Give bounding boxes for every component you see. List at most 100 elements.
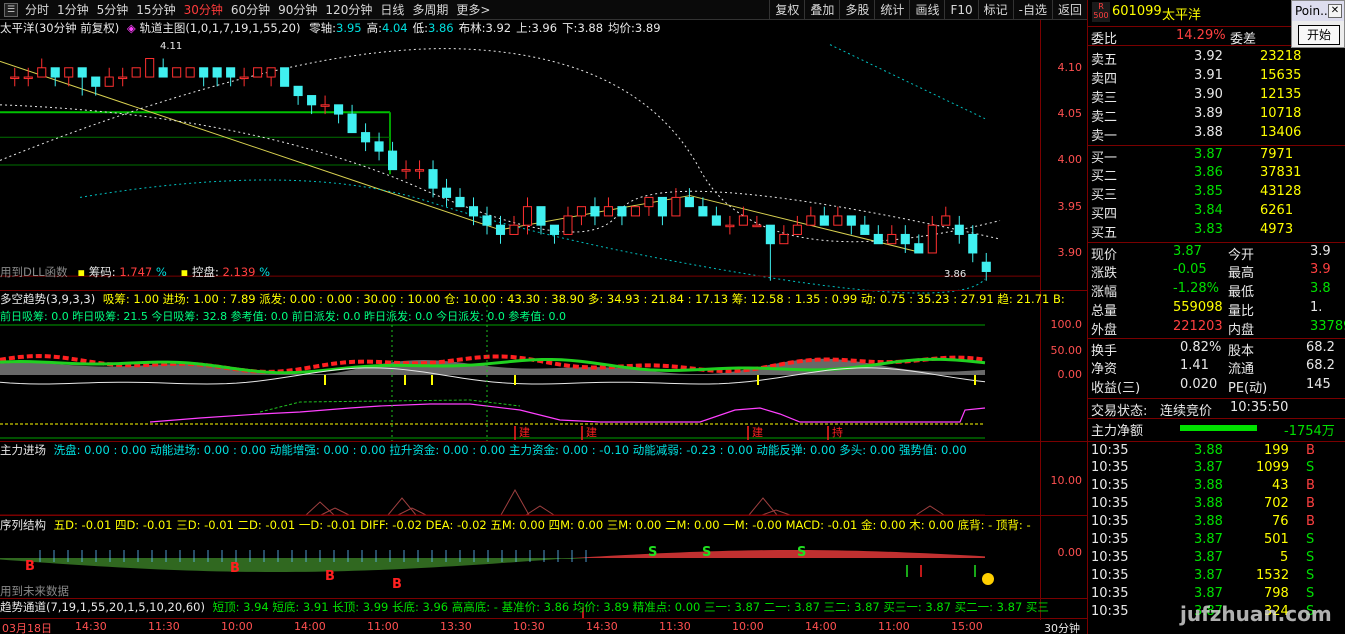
ask-volume: 12135 bbox=[1260, 87, 1302, 102]
tick-direction: B bbox=[1306, 443, 1315, 458]
candle-body bbox=[374, 141, 384, 152]
candle-body bbox=[239, 76, 249, 80]
tick-price: 3.88 bbox=[1194, 478, 1223, 493]
tick-time: 10:35 bbox=[1091, 550, 1129, 565]
period-toolbar: ☰ 分时 1分钟 5分钟 15分钟 30分钟 60分钟 90分钟 120分钟 日线 多周期 更多> … bbox=[0, 0, 1087, 20]
bid-price: 3.83 bbox=[1194, 222, 1223, 237]
tick-direction: S bbox=[1306, 568, 1315, 583]
candle-body bbox=[468, 206, 479, 217]
start-button[interactable]: 开始 bbox=[1298, 25, 1340, 45]
tick-row: 10:35 3.88 702 B bbox=[1088, 495, 1345, 513]
quote-row: 外盘 221203 内盘 33789 bbox=[1088, 318, 1345, 338]
period-tab[interactable]: 日线 bbox=[376, 0, 408, 20]
period-tab[interactable]: 15分钟 bbox=[132, 0, 179, 20]
candle-body bbox=[482, 215, 492, 226]
toolbar-action-button[interactable]: 叠加 bbox=[804, 0, 839, 20]
badge-top: R bbox=[1098, 2, 1104, 11]
period-tab[interactable]: 1分钟 bbox=[53, 0, 93, 20]
quote-value: 3.9 bbox=[1310, 262, 1331, 277]
toolbar-action-button[interactable]: 画线 bbox=[909, 0, 944, 20]
time-tick-label: 11:30 bbox=[148, 620, 180, 633]
menu-icon[interactable]: ☰ bbox=[4, 2, 18, 17]
indicator-label: 低: bbox=[412, 21, 428, 35]
panel3-title[interactable]: 主力进场 bbox=[0, 443, 46, 457]
period-label[interactable]: 30分钟 bbox=[1044, 620, 1080, 634]
time-tick-label: 15:00 bbox=[951, 620, 983, 633]
quote-value: 1. bbox=[1310, 300, 1323, 315]
quote-value: 3.9 bbox=[1310, 244, 1331, 259]
panel2-title[interactable]: 多空趋势(3,9,3,3) bbox=[0, 292, 95, 306]
bid-row: 买二 3.86 37831 bbox=[1088, 164, 1345, 184]
time-tick-label: 11:30 bbox=[659, 620, 691, 633]
channel-upper-cyan bbox=[829, 44, 986, 120]
sell-signal-label: S bbox=[797, 545, 806, 560]
period-tab[interactable]: 多周期 bbox=[408, 0, 452, 20]
indicator-tick-label: 10.00 bbox=[1050, 474, 1083, 487]
ask-volume: 23218 bbox=[1260, 49, 1302, 64]
tick-price: 3.88 bbox=[1194, 443, 1223, 458]
ask-price: 3.89 bbox=[1194, 106, 1223, 121]
weibi-value: 14.29% bbox=[1176, 28, 1226, 43]
panel4-title[interactable]: 序列结构 bbox=[0, 518, 46, 532]
separator bbox=[0, 598, 1087, 599]
candle-body bbox=[401, 169, 411, 172]
close-icon[interactable]: ✕ bbox=[1328, 4, 1342, 18]
period-tab[interactable]: 5分钟 bbox=[93, 0, 133, 20]
separator bbox=[0, 290, 1087, 291]
main-indicator-name[interactable]: 轨道主图(1,0,1,7,19,1,55,20) bbox=[139, 21, 300, 35]
period-tab[interactable]: 更多> bbox=[452, 0, 494, 20]
panel4-red-wave bbox=[570, 550, 985, 558]
ask-volume: 10718 bbox=[1260, 106, 1302, 121]
panel2-magenta-steps bbox=[149, 403, 986, 423]
build-label: 建 bbox=[752, 425, 763, 439]
panel2-values: 吸筹: 1.00 进场: 1.00 : 7.89 派发: 0.00 : 0.00… bbox=[102, 292, 1065, 306]
period-tab[interactable]: 60分钟 bbox=[227, 0, 274, 20]
settings-icon[interactable]: ◈ bbox=[127, 21, 136, 35]
candle-body bbox=[968, 233, 978, 254]
main-net-bar bbox=[1180, 425, 1257, 431]
bid-label: 买四 bbox=[1091, 207, 1118, 222]
price-tick-label: 4.10 bbox=[1057, 60, 1083, 74]
candle-body bbox=[145, 58, 155, 78]
tick-row: 10:35 3.88 76 B bbox=[1088, 513, 1345, 531]
tick-time: 10:35 bbox=[1091, 514, 1129, 529]
candle-body bbox=[630, 206, 640, 217]
tick-price: 3.88 bbox=[1194, 514, 1223, 529]
tick-time: 10:35 bbox=[1091, 604, 1129, 619]
period-tab[interactable]: 30分钟 bbox=[180, 0, 227, 20]
candle-body bbox=[549, 224, 560, 235]
panel3-values: 洗盘: 0.00 : 0.00 动能进场: 0.00 : 0.00 动能增强: … bbox=[53, 443, 967, 457]
panel5-title[interactable]: 趋势通道(7,19,1,55,20,1,5,10,20,60) bbox=[0, 600, 205, 614]
control-square-icon: ▪ bbox=[180, 265, 189, 279]
weicha-label: 委差 bbox=[1230, 32, 1257, 47]
tick-price: 3.87 bbox=[1194, 568, 1223, 583]
toolbar-action-button[interactable]: 多股 bbox=[839, 0, 874, 20]
quote-value: 3.87 bbox=[1173, 244, 1202, 259]
bid-volume: 37831 bbox=[1260, 165, 1302, 180]
main-net-label: 主力净额 bbox=[1091, 424, 1144, 439]
toolbar-action-button[interactable]: 统计 bbox=[874, 0, 909, 20]
indicator-label: 上: bbox=[516, 21, 532, 35]
quote-label: 最低 bbox=[1228, 285, 1255, 300]
candle-body bbox=[576, 206, 587, 217]
panel3-header: 主力进场 洗盘: 0.00 : 0.00 动能进场: 0.00 : 0.00 动… bbox=[0, 443, 967, 457]
tick-price: 3.87 bbox=[1194, 586, 1223, 601]
quote-label: 最高 bbox=[1228, 266, 1255, 281]
trade-status-value: 连续竞价 bbox=[1160, 404, 1213, 419]
candle-body bbox=[334, 104, 344, 115]
toolbar-action-button[interactable]: -自选 bbox=[1012, 0, 1052, 20]
candle-body bbox=[158, 67, 168, 78]
toolbar-action-button[interactable]: 标记 bbox=[977, 0, 1013, 20]
quote-value: 559098 bbox=[1173, 300, 1223, 315]
period-tab[interactable]: 分时 bbox=[21, 0, 53, 20]
toolbar-action-button[interactable]: F10 bbox=[944, 0, 977, 20]
tick-row: 10:35 3.87 5 S bbox=[1088, 549, 1345, 567]
toolbar-action-button[interactable]: 返回 bbox=[1051, 0, 1087, 20]
period-tab[interactable]: 120分钟 bbox=[321, 0, 376, 20]
panel4-values: 五D: -0.01 四D: -0.01 三D: -0.01 二D: -0.01 … bbox=[53, 518, 1031, 532]
toolbar-action-button[interactable]: 复权 bbox=[769, 0, 804, 20]
fundamental-value: 68.2 bbox=[1306, 358, 1335, 373]
tick-volume: 1099 bbox=[1256, 460, 1290, 475]
candle-body bbox=[280, 67, 290, 87]
period-tab[interactable]: 90分钟 bbox=[274, 0, 321, 20]
